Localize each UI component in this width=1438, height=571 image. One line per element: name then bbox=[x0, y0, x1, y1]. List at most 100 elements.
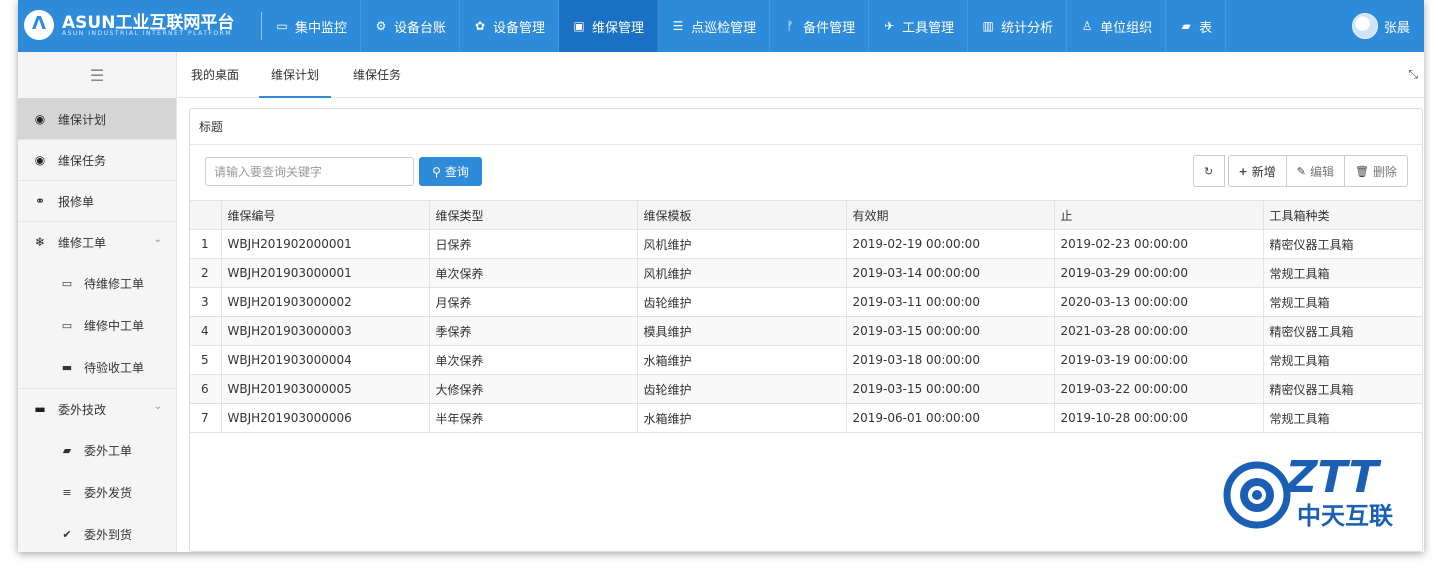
sidebar-item-maintenance-task[interactable]: ◉ 维保任务 bbox=[18, 139, 176, 180]
row-index: 2 bbox=[190, 258, 222, 288]
add-button[interactable]: + 新增 bbox=[1227, 155, 1287, 187]
bar-chart-icon: ▥ bbox=[982, 19, 994, 33]
sidebar-subitem-in-repair[interactable]: ▭ 维修中工单 bbox=[18, 304, 176, 346]
row-index: 6 bbox=[190, 374, 222, 404]
table-cell: 常规工具箱 bbox=[1262, 345, 1423, 375]
nav-item-label: 集中监控 bbox=[295, 20, 348, 36]
main-nav: ▭ 集中监控 ⚙ 设备台账 ✿ 设备管理 ▣ 维保管理 ☰ 点巡检管理 ᚠ 备件管理 ✈ 工具管理 ▥ 统计分… bbox=[262, 0, 1227, 52]
avatar bbox=[1351, 13, 1378, 39]
table-cell: 2019-03-15 00:00:00 bbox=[845, 316, 1055, 346]
table-cell: WBJH201903000002 bbox=[220, 287, 430, 317]
column-header-index bbox=[190, 200, 222, 230]
edit-icon: ✎ bbox=[1296, 164, 1306, 178]
nav-item-9[interactable]: ▰ 表 bbox=[1166, 0, 1227, 52]
query-button[interactable]: ⚲ 查询 bbox=[419, 157, 482, 186]
page-tabs: 我的桌面 维保计划 维保任务 ⤡ bbox=[178, 52, 1424, 98]
handshake-icon: ⚭ bbox=[34, 194, 46, 208]
sidebar-subitem-pending-repair[interactable]: ▭ 待维修工单 bbox=[18, 262, 176, 304]
chevron-down-icon: ⌄ bbox=[153, 234, 162, 245]
table-row[interactable]: 3 WBJH201903000002 月保养 齿轮维护 2019-03-11 00:00… bbox=[190, 287, 1423, 317]
table-cell: 季保养 bbox=[428, 316, 638, 346]
table-cell: 2019-03-15 00:00:00 bbox=[845, 374, 1055, 404]
sidebar-subitem-pending-acceptance[interactable]: ▬ 待验收工单 bbox=[18, 346, 176, 388]
nav-item-6[interactable]: ✈ 工具管理 bbox=[869, 0, 969, 52]
refresh-button[interactable]: ↻ bbox=[1192, 155, 1225, 187]
table-cell: WBJH201903000001 bbox=[220, 258, 430, 288]
sidebar-subitem-label: 待维修工单 bbox=[84, 276, 145, 291]
sidebar-subitem-outsource-shipping[interactable]: ≡ 委外发货 bbox=[18, 471, 176, 513]
column-header[interactable]: 维保模板 bbox=[636, 200, 847, 230]
column-header[interactable]: 维保类型 bbox=[428, 200, 638, 230]
column-header[interactable]: 工具箱种类 bbox=[1262, 200, 1423, 230]
sidebar-subitem-outsource-orders[interactable]: ▰ 委外工单 bbox=[18, 429, 176, 471]
table-cell: 模具维护 bbox=[636, 316, 847, 346]
sidebar-item-maintenance-plan[interactable]: ◉ 维保计划 bbox=[18, 98, 176, 139]
tab-my-desktop[interactable]: 我的桌面 bbox=[191, 52, 239, 98]
book-icon: ▰ bbox=[1181, 19, 1191, 33]
edit-button[interactable]: ✎ 编辑 bbox=[1285, 155, 1346, 187]
nav-item-1[interactable]: ⚙ 设备台账 bbox=[361, 0, 461, 52]
nav-item-label: 单位组织 bbox=[1100, 20, 1153, 36]
sidebar-collapse-icon[interactable]: ☰ bbox=[18, 52, 176, 98]
nav-item-8[interactable]: ♙ 单位组织 bbox=[1067, 0, 1167, 52]
check-icon: ✔ bbox=[62, 527, 72, 541]
plan-table: 维保编号 维保类型 维保模板 有效期 止 工具箱种类 1 WBJH20190200… bbox=[190, 200, 1423, 433]
table-row[interactable]: 1 WBJH201902000001 日保养 风机维护 2019-02-19 00:00… bbox=[190, 229, 1423, 259]
table-row[interactable]: 5 WBJH201903000004 单次保养 水箱维护 2019-03-18 00:0… bbox=[190, 345, 1423, 375]
column-header[interactable]: 维保编号 bbox=[220, 200, 430, 230]
nav-item-7[interactable]: ▥ 统计分析 bbox=[968, 0, 1068, 52]
sidebar-item-repair-orders[interactable]: ❄ 维修工单 ⌄ bbox=[18, 221, 176, 262]
user-menu[interactable]: 张晨 bbox=[1351, 0, 1424, 52]
row-index: 1 bbox=[190, 229, 222, 259]
table-cell: 日保养 bbox=[428, 229, 638, 259]
trash-icon: 🗑 bbox=[1355, 164, 1369, 178]
nav-item-5[interactable]: ᚠ 备件管理 bbox=[770, 0, 870, 52]
sidebar-item-repair-request[interactable]: ⚭ 报修单 bbox=[18, 180, 176, 221]
book-icon: ▰ bbox=[62, 443, 72, 457]
row-index: 4 bbox=[190, 316, 222, 346]
plane-icon: ✈ bbox=[884, 19, 895, 33]
table-cell: 水箱维护 bbox=[636, 403, 847, 433]
table-cell: 齿轮维护 bbox=[636, 287, 847, 317]
table-cell: WBJH201902000001 bbox=[220, 229, 430, 259]
column-header[interactable]: 有效期 bbox=[845, 200, 1055, 230]
sidebar-subitem-label: 委外工单 bbox=[84, 443, 133, 458]
user-name: 张晨 bbox=[1383, 20, 1410, 36]
nav-item-3[interactable]: ▣ 维保管理 bbox=[559, 0, 659, 52]
list-icon: ≡ bbox=[62, 485, 72, 499]
nav-item-label: 维保管理 bbox=[592, 20, 645, 36]
nav-item-0[interactable]: ▭ 集中监控 bbox=[262, 0, 362, 52]
watermark-brand: ZTT bbox=[1280, 452, 1384, 502]
sidebar-subitem-outsource-arrival[interactable]: ✔ 委外到货 bbox=[18, 513, 176, 552]
tab-maintenance-task[interactable]: 维保任务 bbox=[353, 52, 401, 98]
sidebar-item-outsourcing[interactable]: ▬ 委外技改 ⌄ bbox=[18, 388, 176, 429]
delete-button-label: 删除 bbox=[1372, 164, 1397, 179]
expand-icon[interactable]: ⤡ bbox=[1408, 67, 1418, 82]
nav-item-2[interactable]: ✿ 设备管理 bbox=[460, 0, 560, 52]
table-cell: 2019-03-11 00:00:00 bbox=[845, 287, 1055, 317]
table-cell: 水箱维护 bbox=[636, 345, 847, 375]
logo[interactable]: ASUN工业互联网平台 ASUN INDUSTRIAL INTERNET PLA… bbox=[24, 8, 254, 44]
column-header[interactable]: 止 bbox=[1053, 200, 1264, 230]
table-row[interactable]: 7 WBJH201903000006 半年保养 水箱维护 2019-06-01 00:0… bbox=[190, 403, 1423, 433]
nav-item-4[interactable]: ☰ 点巡检管理 bbox=[658, 0, 771, 52]
table-row[interactable]: 6 WBJH201903000005 大修保养 齿轮维护 2019-03-15 00:0… bbox=[190, 374, 1423, 404]
search-input[interactable] bbox=[205, 157, 414, 186]
sidebar-item-label: 维保计划 bbox=[58, 112, 107, 127]
table-cell: 常规工具箱 bbox=[1262, 287, 1423, 317]
table-row[interactable]: 2 WBJH201903000001 单次保养 风机维护 2019-03-14 00:0… bbox=[190, 258, 1423, 288]
nav-item-label: 工具管理 bbox=[902, 20, 955, 36]
delete-button[interactable]: 🗑 删除 bbox=[1344, 155, 1408, 187]
gear-icon: ✿ bbox=[475, 19, 486, 33]
tab-maintenance-plan[interactable]: 维保计划 bbox=[259, 52, 332, 98]
sliders-icon: ☰ bbox=[672, 19, 684, 33]
table-cell: 2019-02-23 00:00:00 bbox=[1053, 229, 1264, 259]
table-cell: 半年保养 bbox=[428, 403, 638, 433]
table-cell: 精密仪器工具箱 bbox=[1262, 316, 1423, 346]
search-icon: ⚲ bbox=[432, 164, 441, 179]
table-row[interactable]: 4 WBJH201903000003 季保养 模具维护 2019-03-15 00:00… bbox=[190, 316, 1423, 346]
row-index: 7 bbox=[190, 403, 222, 433]
table-cell: 单次保养 bbox=[428, 345, 638, 375]
nav-item-label: 设备台账 bbox=[394, 20, 447, 36]
table-cell: 2019-03-22 00:00:00 bbox=[1053, 374, 1264, 404]
